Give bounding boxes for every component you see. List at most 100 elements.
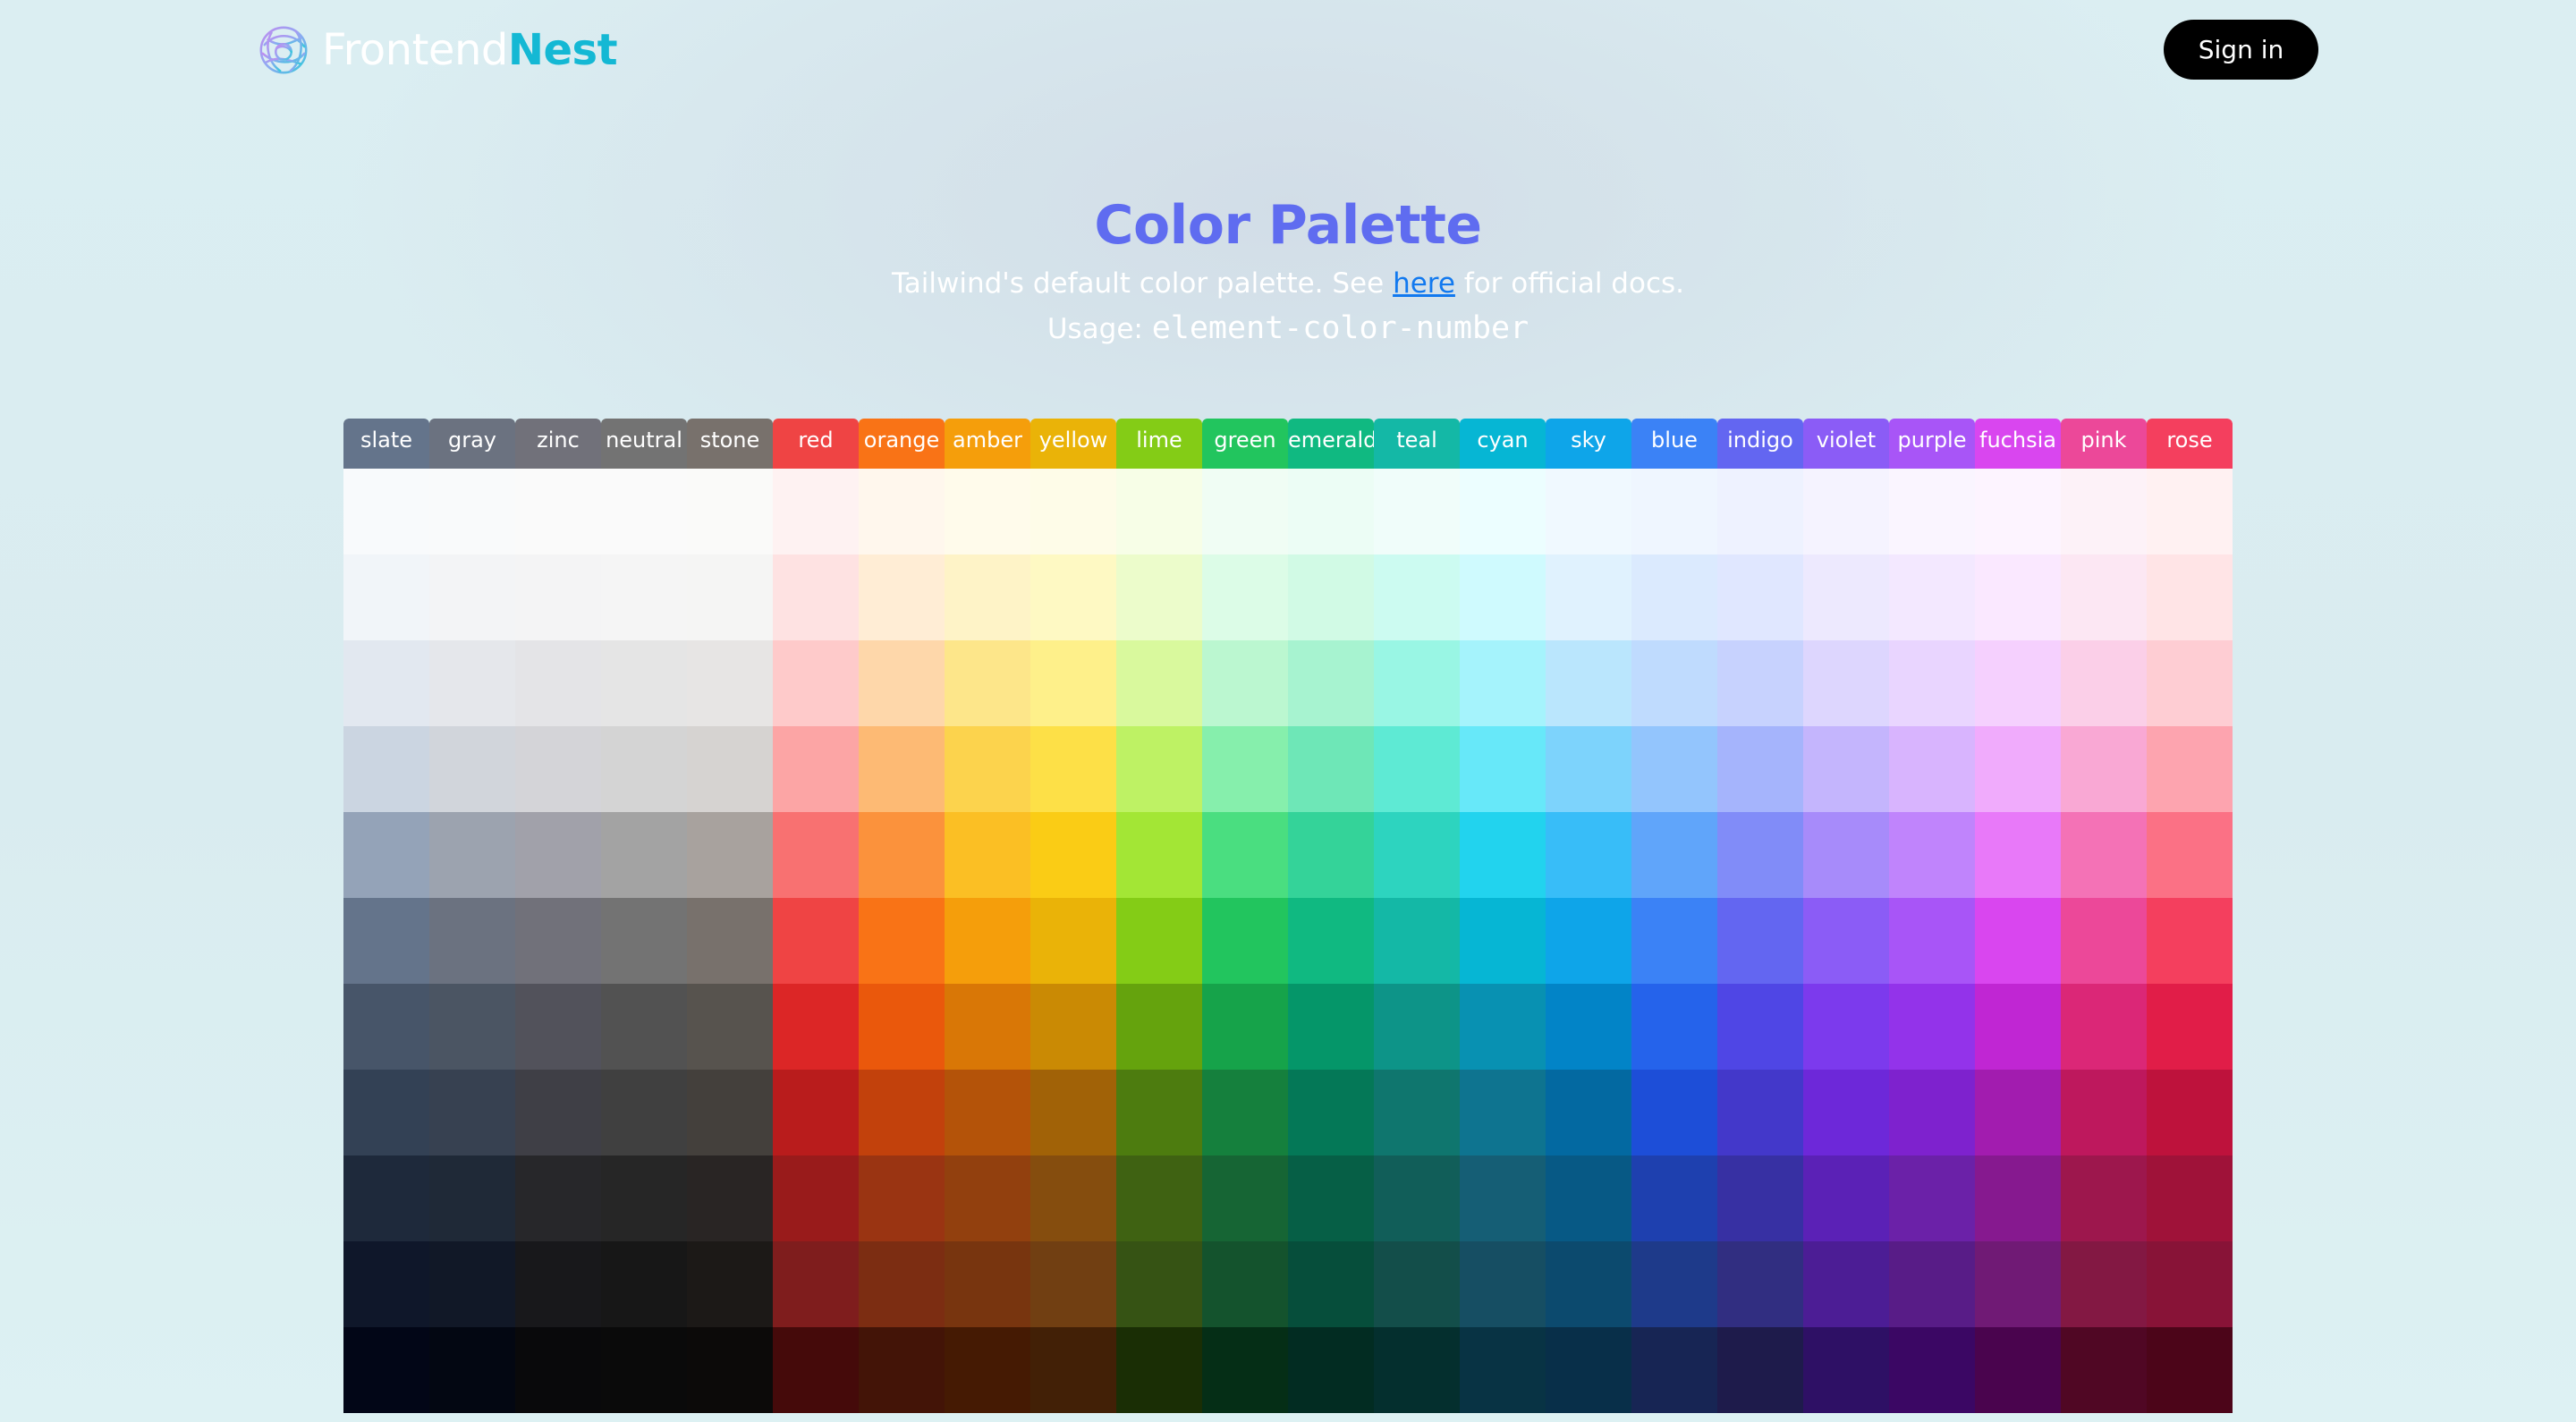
color-swatch[interactable] — [773, 898, 859, 984]
color-swatch[interactable] — [1374, 1070, 1460, 1155]
color-swatch[interactable] — [515, 640, 601, 726]
color-swatch[interactable] — [1460, 898, 1546, 984]
color-swatch[interactable] — [1288, 1070, 1374, 1155]
color-swatch[interactable] — [773, 640, 859, 726]
color-swatch[interactable] — [1889, 1327, 1975, 1413]
color-swatch[interactable] — [2061, 984, 2147, 1070]
color-swatch[interactable] — [1202, 1155, 1288, 1241]
color-swatch[interactable] — [1202, 1070, 1288, 1155]
color-swatch[interactable] — [1374, 1327, 1460, 1413]
color-swatch[interactable] — [1374, 640, 1460, 726]
color-swatch[interactable] — [1546, 984, 1631, 1070]
color-swatch[interactable] — [1546, 1241, 1631, 1327]
color-swatch[interactable] — [1803, 1070, 1889, 1155]
color-swatch[interactable] — [515, 984, 601, 1070]
color-swatch[interactable] — [1460, 554, 1546, 640]
color-swatch[interactable] — [1631, 898, 1717, 984]
color-swatch[interactable] — [945, 984, 1030, 1070]
color-swatch[interactable] — [515, 1070, 601, 1155]
color-swatch[interactable] — [1116, 1327, 1202, 1413]
color-swatch[interactable] — [2147, 640, 2233, 726]
color-swatch[interactable] — [859, 469, 945, 554]
color-swatch[interactable] — [343, 1327, 429, 1413]
color-swatch[interactable] — [1460, 812, 1546, 898]
color-swatch[interactable] — [429, 640, 515, 726]
color-swatch[interactable] — [1889, 1155, 1975, 1241]
color-swatch[interactable] — [601, 1241, 687, 1327]
color-swatch[interactable] — [343, 1070, 429, 1155]
color-swatch[interactable] — [1717, 554, 1803, 640]
color-swatch[interactable] — [945, 1155, 1030, 1241]
color-swatch[interactable] — [1975, 1155, 2061, 1241]
color-swatch[interactable] — [1374, 726, 1460, 812]
color-swatch[interactable] — [1631, 812, 1717, 898]
color-swatch[interactable] — [773, 469, 859, 554]
color-swatch[interactable] — [859, 1155, 945, 1241]
color-swatch[interactable] — [1889, 1070, 1975, 1155]
color-swatch[interactable] — [343, 812, 429, 898]
color-swatch[interactable] — [1030, 984, 1116, 1070]
color-swatch[interactable] — [1460, 1241, 1546, 1327]
color-swatch[interactable] — [2147, 1070, 2233, 1155]
color-swatch[interactable] — [1975, 726, 2061, 812]
color-swatch[interactable] — [2147, 1155, 2233, 1241]
color-swatch[interactable] — [1889, 469, 1975, 554]
color-swatch[interactable] — [1030, 812, 1116, 898]
color-swatch[interactable] — [429, 726, 515, 812]
color-swatch[interactable] — [1546, 554, 1631, 640]
color-swatch[interactable] — [687, 1070, 773, 1155]
color-swatch[interactable] — [1975, 812, 2061, 898]
color-swatch[interactable] — [1116, 1070, 1202, 1155]
color-swatch[interactable] — [1460, 1070, 1546, 1155]
color-swatch[interactable] — [515, 1327, 601, 1413]
color-swatch[interactable] — [1803, 812, 1889, 898]
color-swatch[interactable] — [1288, 898, 1374, 984]
color-swatch[interactable] — [1717, 469, 1803, 554]
color-swatch[interactable] — [1460, 984, 1546, 1070]
color-swatch[interactable] — [1030, 1241, 1116, 1327]
color-swatch[interactable] — [1460, 469, 1546, 554]
color-swatch[interactable] — [1202, 554, 1288, 640]
color-swatch[interactable] — [1202, 726, 1288, 812]
color-swatch[interactable] — [1975, 1241, 2061, 1327]
color-swatch[interactable] — [1631, 1155, 1717, 1241]
color-swatch[interactable] — [1374, 554, 1460, 640]
color-swatch[interactable] — [1975, 898, 2061, 984]
color-swatch[interactable] — [1803, 898, 1889, 984]
color-swatch[interactable] — [1631, 469, 1717, 554]
color-swatch[interactable] — [1889, 554, 1975, 640]
color-swatch[interactable] — [1631, 640, 1717, 726]
color-swatch[interactable] — [601, 812, 687, 898]
color-swatch[interactable] — [429, 898, 515, 984]
color-swatch[interactable] — [687, 898, 773, 984]
color-swatch[interactable] — [1030, 1155, 1116, 1241]
color-swatch[interactable] — [1889, 812, 1975, 898]
color-swatch[interactable] — [687, 1327, 773, 1413]
color-swatch[interactable] — [515, 812, 601, 898]
color-swatch[interactable] — [859, 726, 945, 812]
color-swatch[interactable] — [773, 1155, 859, 1241]
color-swatch[interactable] — [1288, 1155, 1374, 1241]
color-swatch[interactable] — [1288, 812, 1374, 898]
color-swatch[interactable] — [343, 1155, 429, 1241]
color-swatch[interactable] — [1717, 1327, 1803, 1413]
color-swatch[interactable] — [1975, 469, 2061, 554]
color-swatch[interactable] — [1116, 984, 1202, 1070]
color-swatch[interactable] — [343, 554, 429, 640]
color-swatch[interactable] — [429, 1241, 515, 1327]
color-swatch[interactable] — [1975, 1070, 2061, 1155]
color-swatch[interactable] — [1374, 898, 1460, 984]
color-swatch[interactable] — [687, 984, 773, 1070]
color-swatch[interactable] — [1889, 1241, 1975, 1327]
color-swatch[interactable] — [773, 554, 859, 640]
color-swatch[interactable] — [859, 1327, 945, 1413]
color-swatch[interactable] — [2147, 1327, 2233, 1413]
color-swatch[interactable] — [1288, 640, 1374, 726]
color-swatch[interactable] — [601, 984, 687, 1070]
color-swatch[interactable] — [1030, 726, 1116, 812]
color-swatch[interactable] — [2147, 984, 2233, 1070]
color-swatch[interactable] — [1546, 640, 1631, 726]
color-swatch[interactable] — [773, 812, 859, 898]
color-swatch[interactable] — [1803, 1241, 1889, 1327]
color-swatch[interactable] — [945, 726, 1030, 812]
